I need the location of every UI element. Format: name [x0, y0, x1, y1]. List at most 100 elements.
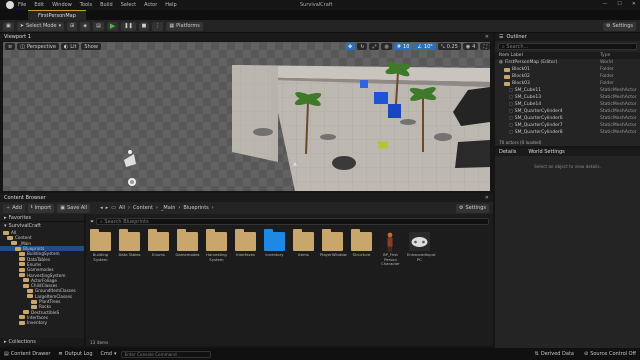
- menu-actor[interactable]: Actor: [144, 2, 157, 8]
- asset-tile[interactable]: Building System: [88, 229, 113, 262]
- source-control-button[interactable]: ⊘ Source Control Off: [584, 351, 636, 357]
- scene-render[interactable]: ▲: [3, 42, 490, 191]
- content-drawer-button[interactable]: ▤ Content Drawer: [4, 351, 50, 357]
- asset-tile[interactable]: BP_First Person Character: [378, 230, 403, 267]
- menu-edit[interactable]: Edit: [34, 2, 44, 8]
- save-button[interactable]: ▣: [3, 21, 14, 31]
- unreal-logo-icon[interactable]: [6, 1, 14, 9]
- rotation-snap-button[interactable]: ∠ 10°: [414, 43, 436, 50]
- outliner-row[interactable]: ◻ SM_QuarterCylinder8 StaticMeshActor: [495, 129, 640, 136]
- outliner-row[interactable]: ◍ FirstPersonMap (Editor) World: [495, 59, 640, 66]
- filter-icon[interactable]: ⏷: [90, 219, 94, 225]
- camera-speed-button[interactable]: ◉ 4: [462, 43, 479, 50]
- more-play-options-button[interactable]: ⋮: [152, 21, 164, 31]
- breadcrumb-all[interactable]: All: [119, 205, 125, 211]
- details-tab[interactable]: Details: [499, 149, 516, 155]
- play-button[interactable]: ▶: [106, 21, 119, 31]
- mesh-icon: ◻: [509, 130, 513, 135]
- viewport-menu-button[interactable]: ≡: [5, 43, 16, 50]
- grid-snap-button[interactable]: # 10: [393, 43, 413, 50]
- outliner-row[interactable]: Block03 Folder: [495, 80, 640, 87]
- menu-help[interactable]: Help: [165, 2, 176, 8]
- menu-tools[interactable]: Tools: [80, 2, 92, 8]
- content-browser-tab[interactable]: Content Browser: [4, 195, 46, 201]
- document-tab-bar: FirstPersonMap: [0, 10, 640, 20]
- close-icon[interactable]: ✕: [485, 195, 489, 201]
- collections-section[interactable]: ▸ Collections: [0, 338, 84, 346]
- asset-tile[interactable]: Gamemodes: [175, 229, 200, 258]
- blueprint-button[interactable]: ◈: [80, 21, 91, 31]
- favorites-section[interactable]: ▸ Favorites: [0, 214, 84, 222]
- back-icon[interactable]: ◂: [100, 205, 103, 211]
- close-icon[interactable]: ✕: [485, 34, 489, 40]
- add-button[interactable]: + Add: [3, 203, 25, 213]
- breadcrumb-main[interactable]: _Main: [161, 205, 175, 211]
- save-all-button[interactable]: ▣ Save All: [57, 203, 91, 213]
- add-actor-button[interactable]: ⊞: [67, 21, 78, 31]
- outliner-row[interactable]: ◻ SM_Cube11 StaticMeshActor: [495, 87, 640, 94]
- rotate-tool-button[interactable]: ↻: [357, 43, 368, 50]
- asset-tile[interactable]: Harvesting System: [204, 229, 229, 262]
- outliner-row[interactable]: ◻ SM_Cube13 StaticMeshActor: [495, 94, 640, 101]
- asset-tile[interactable]: Items: [291, 229, 316, 258]
- menu-file[interactable]: File: [18, 2, 26, 8]
- settings-button[interactable]: ⚙ Settings: [603, 21, 636, 31]
- folder-icon: [235, 229, 256, 251]
- derived-data-button[interactable]: ⇅ Derived Data: [535, 351, 574, 357]
- col-item-label[interactable]: Item Label: [499, 53, 600, 58]
- col-type[interactable]: Type: [600, 53, 640, 58]
- asset-tile[interactable]: Structure: [349, 229, 374, 258]
- maximize-icon[interactable]: ☐: [617, 1, 621, 7]
- translate-tool-button[interactable]: ✥: [345, 43, 356, 50]
- breadcrumb-blueprints[interactable]: Blueprints: [183, 205, 208, 211]
- minimize-icon[interactable]: —: [602, 1, 607, 7]
- folder-icon: [504, 67, 510, 72]
- world-local-button[interactable]: ◍: [381, 43, 392, 50]
- cinematics-button[interactable]: ▤: [93, 21, 104, 31]
- perspective-button[interactable]: ◫ Perspective: [17, 43, 59, 50]
- light-gizmo-icon[interactable]: [128, 178, 136, 186]
- asset-tile[interactable]: Interfaces: [233, 229, 258, 258]
- forward-icon[interactable]: ▸: [106, 205, 109, 211]
- asset-tile[interactable]: Inventory: [262, 229, 287, 258]
- lit-button[interactable]: ◐ Lit: [60, 43, 80, 50]
- show-button[interactable]: Show: [81, 43, 101, 50]
- select-mode-button[interactable]: ➤ Select Mode ▾: [16, 21, 65, 31]
- folder-tree-item[interactable]: Inventory: [0, 320, 84, 325]
- outliner-row[interactable]: ◻ SM_QuarterCylinder4 StaticMeshActor: [495, 108, 640, 115]
- project-section[interactable]: ▾ SurvivalCraft: [0, 222, 84, 230]
- platforms-button[interactable]: ▦ Platforms: [166, 21, 203, 31]
- asset-tile[interactable]: EnhancedInput PC: [407, 232, 436, 262]
- stop-button[interactable]: ■: [138, 21, 150, 31]
- outliner-tab[interactable]: ☰ Outliner: [495, 33, 640, 41]
- asset-tile[interactable]: Data Tables: [117, 229, 142, 258]
- scale-snap-button[interactable]: ⤡ 0.25: [437, 43, 461, 50]
- outliner-row[interactable]: Block01 Folder: [495, 66, 640, 73]
- breadcrumb-content[interactable]: Content: [133, 205, 153, 211]
- outliner-search-input[interactable]: ⌕ Search...: [498, 43, 637, 50]
- maximize-viewport-button[interactable]: ⛶: [480, 43, 490, 50]
- cb-settings-button[interactable]: ⚙ Settings: [456, 203, 489, 213]
- outliner-row[interactable]: ◻ SM_QuarterCylinder7 StaticMeshActor: [495, 122, 640, 129]
- outliner-row[interactable]: ◻ SM_QuarterCylinder6 StaticMeshActor: [495, 115, 640, 122]
- folder-tree-label: Rocks: [39, 304, 52, 310]
- close-icon[interactable]: ✕: [632, 1, 636, 7]
- world-settings-tab[interactable]: World Settings: [528, 149, 564, 155]
- import-button[interactable]: ⭳ Import: [27, 203, 55, 213]
- tab-first-person-map[interactable]: FirstPersonMap: [28, 10, 86, 20]
- menu-build[interactable]: Build: [100, 2, 113, 8]
- menu-window[interactable]: Window: [52, 2, 72, 8]
- pause-button[interactable]: ❚❚: [121, 21, 136, 31]
- asset-tile[interactable]: Enums: [146, 229, 171, 258]
- outliner-row[interactable]: Block02 Folder: [495, 73, 640, 80]
- cmd-button[interactable]: Cmd ▾: [101, 351, 117, 357]
- menu-select[interactable]: Select: [121, 2, 136, 8]
- viewport-tab[interactable]: Viewport 1: [4, 34, 31, 40]
- level-viewport[interactable]: ▲: [3, 42, 490, 191]
- outliner-row[interactable]: ◻ SM_Cube14 StaticMeshActor: [495, 101, 640, 108]
- console-input[interactable]: Enter Console Command: [120, 350, 211, 358]
- output-log-button[interactable]: ≣ Output Log: [58, 351, 92, 357]
- scale-tool-button[interactable]: ⤢: [369, 43, 380, 50]
- asset-tile[interactable]: PlayerWindow: [320, 229, 347, 258]
- asset-search-input[interactable]: ⌕ Search Blueprints: [96, 218, 489, 225]
